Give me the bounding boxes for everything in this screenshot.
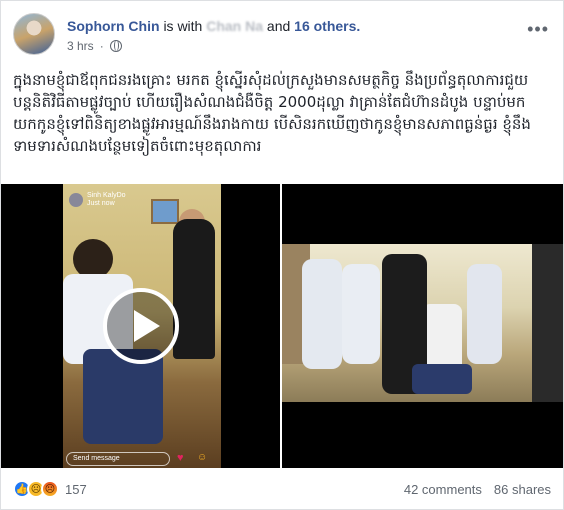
post-media: Sinh KalyDo Just now Send message ♥ ☺: [1, 184, 563, 468]
tagged-name[interactable]: Chan Na: [206, 18, 263, 34]
smile-icon: ☺: [197, 452, 208, 463]
sender-avatar: [69, 193, 83, 207]
post-header: Sophorn Chin is with Chan Na and 16 othe…: [13, 13, 551, 63]
reactions[interactable]: 👍 ☹ ☹ 157: [13, 480, 87, 498]
send-message-input: Send message: [66, 452, 170, 466]
post-body: ក្នុងនាមខ្ញុំជាឪពុកជនរងគ្រោះ មរកត ខ្ញុំស…: [13, 71, 531, 155]
engagement-stats: 42 comments 86 shares: [404, 482, 551, 497]
author-name[interactable]: Sophorn Chin: [67, 18, 160, 34]
sender-time: Just now: [87, 200, 115, 207]
angry-icon: ☹: [41, 480, 59, 498]
post-time[interactable]: 3 hrs: [67, 39, 94, 53]
reaction-count[interactable]: 157: [65, 482, 87, 497]
video-1[interactable]: Sinh KalyDo Just now Send message ♥ ☺: [1, 184, 280, 468]
more-options-button[interactable]: •••: [527, 19, 549, 40]
video-2-frame: [282, 244, 563, 402]
post-footer: 👍 ☹ ☹ 157 42 comments 86 shares: [13, 471, 551, 507]
comments-count[interactable]: 42 comments: [404, 482, 482, 497]
shares-count[interactable]: 86 shares: [494, 482, 551, 497]
heart-icon: ♥: [177, 452, 184, 464]
post-meta: 3 hrs ·: [67, 39, 122, 53]
video-2[interactable]: [282, 184, 563, 468]
post-card: Sophorn Chin is with Chan Na and 16 othe…: [0, 0, 564, 510]
with-text: is with: [163, 18, 203, 34]
sender-name: Sinh KalyDo: [87, 192, 126, 199]
play-button[interactable]: [103, 288, 179, 364]
author-avatar[interactable]: [13, 13, 55, 55]
globe-icon: [109, 40, 122, 52]
and-text: and: [266, 18, 291, 34]
story-sender: Sinh KalyDo Just now: [69, 192, 126, 208]
others-link[interactable]: 16 others.: [294, 18, 360, 34]
author-line: Sophorn Chin is with Chan Na and 16 othe…: [67, 18, 360, 34]
